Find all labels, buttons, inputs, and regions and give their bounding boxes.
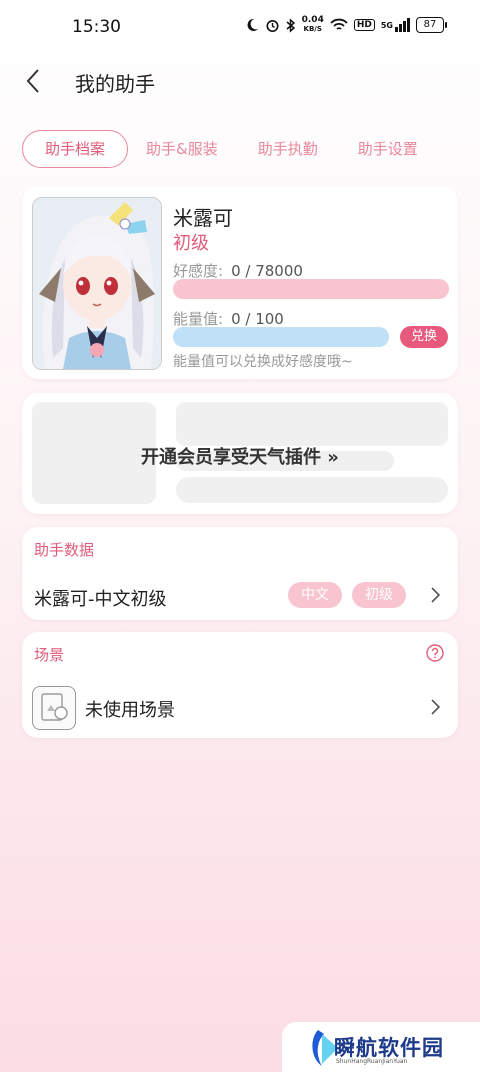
signal-icon xyxy=(395,18,410,32)
scene-icon xyxy=(32,686,76,730)
assistant-data-label: 米露可-中文初级 xyxy=(34,589,167,610)
energy-value: 0 / 100 xyxy=(231,310,284,328)
energy-label-text: 能量值: xyxy=(173,310,224,328)
language-chip: 中文 xyxy=(288,582,342,608)
net-speed-value: 0.04 xyxy=(301,15,324,25)
tab-settings[interactable]: 助手设置 xyxy=(340,131,440,167)
profile-card: 米露可 初级 好感度: 0 / 78000 能量值: 0 / 100 兑换 能量值可… xyxy=(22,186,458,379)
header: 我的助手 xyxy=(0,60,480,104)
chevron-right-icon xyxy=(431,587,441,603)
favor-label-text: 好感度: xyxy=(173,262,224,280)
scene-title: 场景 xyxy=(34,646,65,664)
assistant-data-title: 助手数据 xyxy=(34,541,95,559)
assistant-level: 初级 xyxy=(173,233,209,254)
energy-hint: 能量值可以兑换成好感度哦~ xyxy=(173,354,353,370)
net-speed: 0.04 KB/S xyxy=(302,16,324,34)
alarm-icon xyxy=(266,19,279,32)
hd-badge: HD xyxy=(353,19,375,31)
energy-progress-bar xyxy=(173,327,389,347)
avatar[interactable] xyxy=(32,197,162,370)
energy-label: 能量值: 0 / 100 xyxy=(173,308,284,329)
promo-text: 开通会员享受天气插件 » xyxy=(141,447,339,468)
exchange-button[interactable]: 兑换 xyxy=(400,326,448,348)
help-icon[interactable] xyxy=(426,644,444,662)
tab-outfit[interactable]: 助手&服装 xyxy=(128,131,240,167)
status-icons: 0.04 KB/S HD 5G 87 xyxy=(245,16,447,34)
level-chip: 初级 xyxy=(352,582,406,608)
status-bar: 15:30 0.04 KB/S HD 5G 87 xyxy=(0,0,480,50)
battery-level: 87 xyxy=(423,19,437,30)
page-title: 我的助手 xyxy=(75,72,155,96)
tab-bar: 助手档案 助手&服装 助手执勤 助手设置 xyxy=(22,130,460,168)
weather-plugin-promo[interactable]: 开通会员享受天气插件 » xyxy=(22,393,458,514)
favor-value: 0 / 78000 xyxy=(231,262,303,280)
bluetooth-icon xyxy=(286,17,295,33)
watermark: 瞬航软件园 ShunHangRuanJianYuan xyxy=(282,1022,480,1072)
battery-icon: 87 xyxy=(416,17,447,33)
assistant-data-card: 助手数据 米露可-中文初级 中文 初级 xyxy=(22,527,458,620)
placeholder-line xyxy=(176,402,448,446)
tab-profile[interactable]: 助手档案 xyxy=(22,130,129,168)
scene-label: 未使用场景 xyxy=(85,700,175,721)
favor-progress-bar xyxy=(173,279,449,299)
net-speed-unit: KB/S xyxy=(303,25,322,33)
assistant-data-row[interactable]: 米露可-中文初级 中文 初级 xyxy=(22,572,458,620)
placeholder-line xyxy=(176,477,448,503)
wifi-icon xyxy=(330,18,348,30)
moon-icon xyxy=(247,18,258,31)
scene-card: 场景 未使用场景 xyxy=(22,632,458,738)
back-arrow-icon[interactable] xyxy=(20,66,50,96)
status-time: 15:30 xyxy=(72,17,121,37)
favor-label: 好感度: 0 / 78000 xyxy=(173,260,303,281)
character-portrait xyxy=(33,198,161,369)
watermark-subtext: ShunHangRuanJianYuan xyxy=(336,1058,408,1065)
scene-row[interactable]: 未使用场景 xyxy=(22,677,458,738)
assistant-name: 米露可 xyxy=(173,206,233,230)
network-type: 5G xyxy=(380,20,393,30)
chevron-right-icon xyxy=(431,699,441,715)
tab-duty[interactable]: 助手执勤 xyxy=(240,131,340,167)
